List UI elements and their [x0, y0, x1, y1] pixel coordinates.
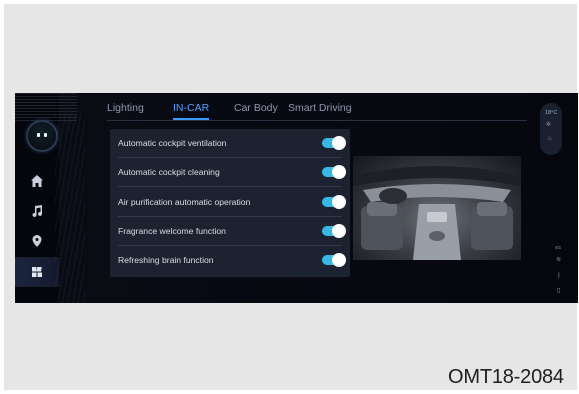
car-interior-illustration	[353, 166, 521, 260]
fan-icon: ✲	[546, 122, 552, 128]
decorative-pattern	[55, 113, 85, 303]
toggle-knob	[332, 136, 346, 150]
air-purification-toggle[interactable]	[322, 195, 346, 209]
figure-caption: OMT18-2084	[448, 366, 564, 388]
avatar-eye-icon	[44, 133, 47, 137]
setting-row: Automatic cockpit ventilation	[110, 129, 350, 158]
network-indicator: 4G	[555, 245, 562, 250]
toggle-knob	[332, 165, 346, 179]
sidebar-item-music[interactable]	[30, 204, 44, 218]
car-settings-icon	[32, 267, 42, 277]
fragrance-welcome-toggle[interactable]	[322, 224, 346, 238]
home-icon	[31, 175, 43, 187]
sidebar-item-navigation[interactable]	[30, 234, 44, 248]
automatic-cockpit-ventilation-toggle[interactable]	[322, 136, 346, 150]
setting-row: Air purification automatic operation	[110, 188, 350, 217]
sidebar-item-home[interactable]	[30, 174, 44, 188]
avatar-eye-icon	[37, 133, 40, 137]
toggle-knob	[332, 224, 346, 238]
car-interior-image	[353, 156, 521, 260]
tab-in-car[interactable]: IN-CAR	[173, 102, 209, 114]
setting-label: Air purification automatic operation	[118, 197, 251, 207]
tab-divider	[107, 120, 527, 121]
infotainment-screen: Lighting IN-CAR Car Body Smart Driving A…	[15, 93, 578, 303]
tab-car-body[interactable]: Car Body	[234, 102, 278, 114]
temperature-readout: 18°C	[545, 110, 558, 116]
in-car-settings-panel: Automatic cockpit ventilation Automatic …	[110, 129, 350, 277]
tab-lighting[interactable]: Lighting	[107, 102, 144, 114]
tab-smart-driving[interactable]: Smart Driving	[288, 102, 352, 114]
setting-row: Refreshing brain function	[110, 246, 350, 275]
setting-row: Fragrance welcome function	[110, 217, 350, 246]
location-pin-icon	[32, 235, 42, 247]
setting-row: Automatic cockpit cleaning	[110, 158, 350, 187]
seat-heating-icon: ♨	[547, 136, 553, 142]
setting-label: Automatic cockpit cleaning	[118, 167, 220, 177]
automatic-cockpit-cleaning-toggle[interactable]	[322, 165, 346, 179]
wifi-icon: ≋	[556, 257, 562, 263]
sidebar	[15, 93, 77, 303]
bluetooth-icon: ᛒ	[557, 273, 561, 279]
setting-label: Automatic cockpit ventilation	[118, 138, 227, 148]
setting-label: Fragrance welcome function	[118, 226, 226, 236]
sidebar-item-car-settings[interactable]	[15, 257, 59, 287]
music-note-icon	[32, 205, 42, 217]
setting-label: Refreshing brain function	[118, 255, 214, 265]
row-divider	[118, 186, 342, 187]
toggle-knob	[332, 253, 346, 267]
phone-icon: ▯	[557, 288, 561, 294]
refreshing-brain-toggle[interactable]	[322, 253, 346, 267]
toggle-knob	[332, 195, 346, 209]
voice-assistant-avatar[interactable]	[28, 122, 56, 150]
